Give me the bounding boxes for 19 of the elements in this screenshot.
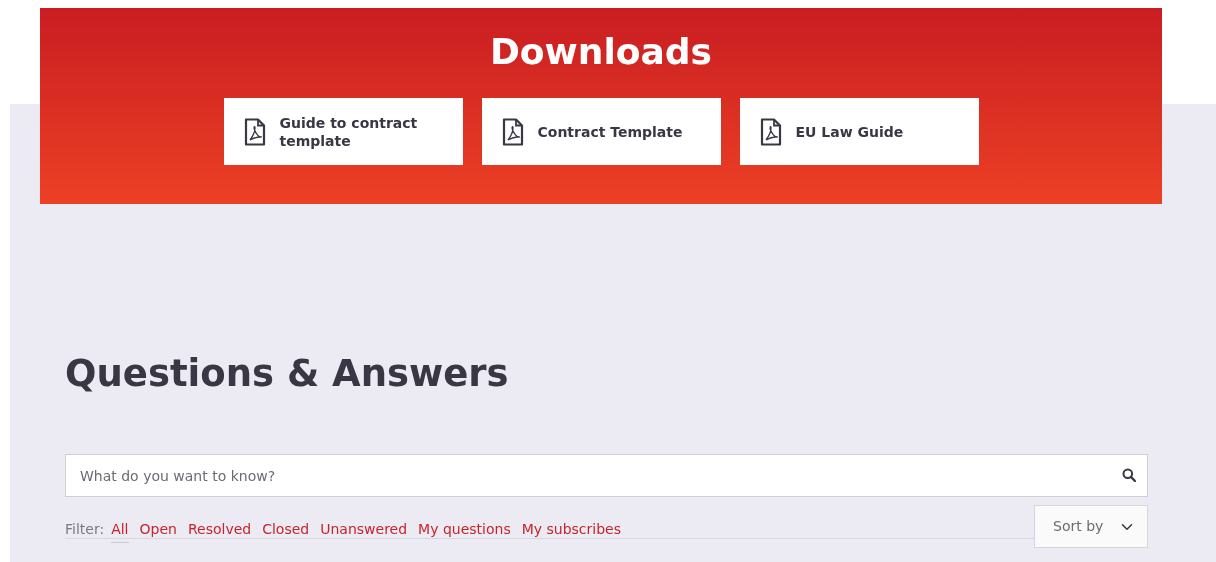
filter-link[interactable]: Resolved	[187, 519, 252, 544]
section-title: Questions & Answers	[65, 352, 510, 397]
pdf-file-icon	[759, 117, 782, 146]
search-field[interactable]: What do you want to know?	[65, 454, 1148, 498]
filter-label: Filter:	[65, 520, 105, 540]
filter-link[interactable]: All	[111, 519, 129, 544]
download-button[interactable]: EU Law Guide	[739, 98, 979, 165]
section-title: Downloads	[488, 30, 714, 74]
search-icon	[1122, 468, 1136, 483]
filter-link[interactable]: Unanswered	[320, 519, 408, 544]
pdf-file-icon	[243, 117, 266, 146]
download-button[interactable]: Guide to contract template	[223, 98, 463, 165]
pdf-file-icon	[501, 117, 524, 146]
download-button[interactable]: Contract Template	[481, 98, 721, 165]
sort-dropdown[interactable]: Sort by	[1034, 505, 1148, 549]
filter-link[interactable]: My subscribes	[521, 519, 621, 544]
filter-link[interactable]: My questions	[418, 519, 511, 544]
filter-link[interactable]: Open	[139, 519, 177, 544]
filter-link[interactable]: Closed	[262, 519, 310, 544]
